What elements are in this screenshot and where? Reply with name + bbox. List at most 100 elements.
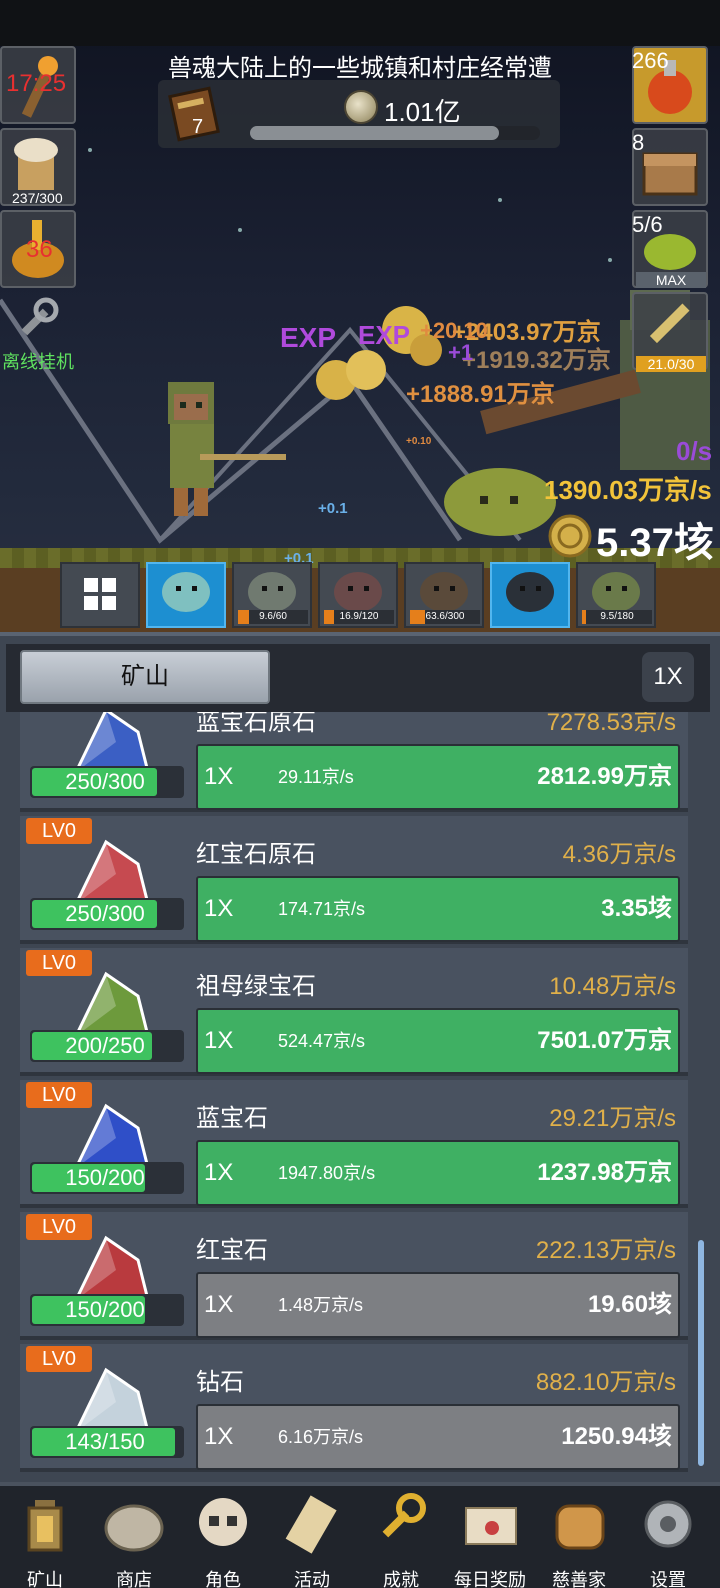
bread-icon <box>555 1504 605 1550</box>
buy-button[interactable]: 1X 6.16万京/s 1250.94垓 <box>196 1404 680 1470</box>
nav-label: 活动 <box>294 1570 330 1588</box>
monster-progress-fill <box>238 610 250 624</box>
gem-name: 蓝宝石原石 <box>196 712 316 736</box>
monster-slot-slot-grid[interactable] <box>60 562 140 628</box>
buy-multiplier: 1X <box>204 1027 234 1054</box>
tab-mine[interactable]: 矿山 <box>20 650 270 704</box>
nav-item[interactable]: 商店 <box>89 1486 179 1588</box>
gem-row: LV0 150/200 红宝石 222.13万京/s 1X 1.48万京/s 19.60垓 <box>20 1212 688 1340</box>
sword-icon <box>649 303 690 344</box>
nav-item[interactable]: 设置 <box>623 1486 713 1588</box>
timer: 17:25 <box>6 70 67 97</box>
capacity-text: 143/150 <box>65 1429 145 1454</box>
capacity-bar: 250/300 <box>30 766 184 798</box>
exp-rate: 0/s <box>676 436 713 466</box>
nav-item[interactable]: 慈善家 <box>534 1486 624 1588</box>
coin-amount: 1.01亿 <box>384 97 461 127</box>
capacity-bar: 150/200 <box>30 1294 184 1326</box>
gem-name: 红宝石 <box>196 1237 268 1264</box>
rate-increase: 174.71京/s <box>278 899 366 919</box>
level-badge: LV0 <box>26 818 92 844</box>
gem-rate: 222.13万京/s <box>535 1237 676 1264</box>
capacity-text: 250/300 <box>65 769 145 794</box>
monster-progress-text: 9.5/180 <box>600 611 634 622</box>
gem-rate: 4.36万京/s <box>562 841 676 868</box>
spider-icon <box>420 572 468 612</box>
key-count: 36 <box>26 236 53 263</box>
reaper-icon <box>506 572 554 612</box>
gem-row: LV0 250/300 红宝石原石 4.36万京/s 1X 174.71京/s 3.35垓 <box>20 816 688 944</box>
skull-icon <box>199 1498 247 1546</box>
monster-slot-spider[interactable]: 63.6/300 <box>404 562 484 628</box>
rate-increase: 6.16万京/s <box>278 1427 364 1447</box>
hero-character[interactable] <box>160 378 290 538</box>
gold-coin-icon <box>548 514 592 558</box>
gem-rate: 7278.53京/s <box>546 712 676 736</box>
nav-label: 矿山 <box>27 1570 63 1588</box>
level-badge: LV0 <box>26 1214 92 1240</box>
nav-label: 设置 <box>650 1570 686 1588</box>
offline-key-icon <box>21 297 59 336</box>
gear-icon <box>644 1500 692 1548</box>
level-badge: LV0 <box>26 1082 92 1108</box>
nav-item[interactable]: 矿山 <box>0 1486 90 1588</box>
multiplier-button[interactable]: 1X <box>642 652 694 702</box>
gold-total: 5.37垓 <box>596 521 714 565</box>
coin-progress-fill <box>250 126 500 140</box>
potion-count: 266 <box>632 48 669 73</box>
capacity-text: 150/200 <box>65 1297 145 1322</box>
monster-progress: 9.5/180 <box>582 610 652 624</box>
sword-progress: 21.0/30 <box>636 356 706 372</box>
buy-multiplier: 1X <box>204 763 234 790</box>
gem-name: 钻石 <box>196 1369 244 1396</box>
monster-slot-bat[interactable]: 16.9/120 <box>318 562 398 628</box>
mine-panel: 矿山 1X LV0 250/300 蓝宝石原石 7278.53京/s 1X 29.11京/… <box>0 632 720 1482</box>
gain-popup: +0.1 <box>318 500 348 517</box>
zombie-icon <box>248 572 296 612</box>
gem-list[interactable]: LV0 250/300 蓝宝石原石 7278.53京/s 1X 29.11京/s 2812.… <box>20 712 688 1472</box>
nav-item[interactable]: 每日奖励 <box>445 1486 535 1588</box>
capacity-text: 250/300 <box>65 901 145 926</box>
chest-icon <box>642 152 698 196</box>
nav-item[interactable]: 角色 <box>178 1486 268 1588</box>
food-count: 237/300 <box>12 190 63 206</box>
capacity-text: 200/250 <box>65 1033 145 1058</box>
nav-item[interactable]: 活动 <box>267 1486 357 1588</box>
bottom-nav: 矿山 商店 角色 活动 成就 每日奖励 慈善家 设置 <box>0 1482 720 1588</box>
scroll-icon <box>285 1495 337 1554</box>
gem-row: LV0 143/150 钻石 882.10万京/s 1X 6.16万京/s 1250.94垓 <box>20 1344 688 1472</box>
monster-slot-reaper[interactable] <box>490 562 570 628</box>
monster-slot-goblin[interactable]: 9.5/180 <box>576 562 656 628</box>
grid-icon <box>84 578 116 610</box>
slime-icon <box>162 572 210 612</box>
buy-button[interactable]: 1X 1.48万京/s 19.60垓 <box>196 1272 680 1338</box>
buy-button[interactable]: 1X 29.11京/s 2812.99万京 <box>196 744 680 810</box>
capacity-text: 150/200 <box>65 1165 145 1190</box>
key-icon <box>382 1493 426 1538</box>
lantern-icon <box>27 1500 63 1552</box>
gain-popup: +1888.91万京 <box>406 381 555 408</box>
gem-name: 蓝宝石 <box>196 1105 268 1132</box>
rate-increase: 524.47京/s <box>278 1031 366 1051</box>
nav-label: 角色 <box>205 1570 241 1588</box>
capacity-bar: 143/150 <box>30 1426 184 1458</box>
nav-label: 成就 <box>383 1570 419 1588</box>
buy-button[interactable]: 1X 1947.80京/s 1237.98万京 <box>196 1140 680 1206</box>
monster-progress-fill <box>324 610 334 624</box>
buy-cost: 2812.99万京 <box>537 763 672 790</box>
buy-button[interactable]: 1X 524.47京/s 7501.07万京 <box>196 1008 680 1074</box>
buy-multiplier: 1X <box>204 1423 234 1450</box>
gain-popup: +1919.32万京 <box>462 347 611 374</box>
gem-rate: 10.48万京/s <box>549 973 676 1000</box>
monster-slot-zombie[interactable]: 9.6/60 <box>232 562 312 628</box>
monster-progress-text: 63.6/300 <box>425 611 465 622</box>
gem-name: 红宝石原石 <box>196 841 316 868</box>
nav-item[interactable]: 成就 <box>356 1486 446 1588</box>
silver-coin-icon <box>344 90 378 124</box>
rate-increase: 1.48万京/s <box>278 1295 364 1315</box>
monster-slot-slime[interactable] <box>146 562 226 628</box>
scrollbar[interactable] <box>698 1240 704 1466</box>
stone-icon <box>104 1504 164 1552</box>
buy-multiplier: 1X <box>204 1291 234 1318</box>
buy-button[interactable]: 1X 174.71京/s 3.35垓 <box>196 876 680 942</box>
